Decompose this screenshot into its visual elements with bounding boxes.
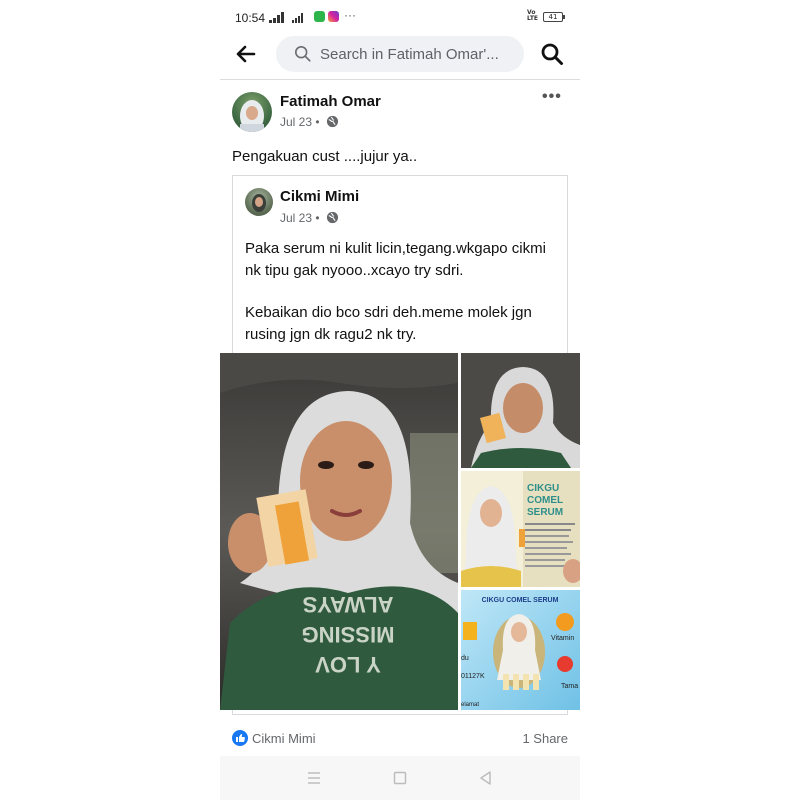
avatar-photo xyxy=(240,100,264,132)
phone-screen: 10:54 ··· Vo LTE 41 Search in Fatimah Oma… xyxy=(220,0,580,800)
promo-banner-photo: CIKGU COMEL SERUM Vitamin Tama du 01127K… xyxy=(461,590,580,710)
signal-2-icon xyxy=(292,13,303,23)
search-button[interactable] xyxy=(540,42,564,66)
status-bar: 10:54 ··· Vo LTE 41 xyxy=(220,0,580,34)
more-notifications-icon: ··· xyxy=(344,8,356,22)
photo-thumb-1[interactable] xyxy=(461,353,580,468)
home-square-icon[interactable] xyxy=(390,768,410,788)
shirt-text: MISSING xyxy=(302,622,395,647)
side-text: du xyxy=(461,655,469,662)
photo-grid: ALWAYS MISSING Y LOV CIKGU COMEL SERUM C… xyxy=(220,353,580,710)
globe-icon xyxy=(326,211,339,224)
avatar-photo xyxy=(252,194,266,212)
volte-icon: Vo LTE xyxy=(527,9,539,22)
globe-icon xyxy=(326,115,339,128)
shared-author-name[interactable]: Cikmi Mimi xyxy=(280,188,359,205)
photo-thumb-3[interactable]: CIKGU COMEL SERUM Vitamin Tama du 01127K… xyxy=(461,590,580,710)
signal-icon xyxy=(269,12,285,23)
photo-main[interactable]: ALWAYS MISSING Y LOV xyxy=(220,353,458,710)
instagram-icon xyxy=(328,11,339,22)
shared-paragraph: Kebaikan dio bco sdri deh.meme molek jgn… xyxy=(245,304,532,343)
vitamin-label: Vitamin xyxy=(551,635,574,642)
selfie-photo xyxy=(461,353,580,468)
battery-icon: 41 xyxy=(543,12,565,22)
selfie-photo: ALWAYS MISSING Y LOV xyxy=(220,353,458,710)
system-nav-bar xyxy=(220,756,580,800)
author-avatar[interactable] xyxy=(232,92,272,132)
post-caption: Pengakuan cust ....jujur ya.. xyxy=(232,148,418,165)
shared-post-text: Paka serum ni kulit licin,tegang.wkgapo … xyxy=(245,238,563,346)
search-icon xyxy=(294,45,311,62)
back-button[interactable] xyxy=(234,42,260,68)
line-app-icon xyxy=(314,11,325,22)
search-placeholder: Search in Fatimah Omar'... xyxy=(320,46,499,63)
tomato-label: Tama xyxy=(561,683,578,690)
shirt-text: ALWAYS xyxy=(303,592,394,617)
menu-icon[interactable] xyxy=(304,768,324,788)
side-text: 01127K xyxy=(461,673,485,680)
like-icon xyxy=(232,730,248,746)
banner-title: CIKGU xyxy=(527,483,559,494)
meta-separator: • xyxy=(315,211,320,225)
promo-banner-photo: CIKGU COMEL SERUM xyxy=(461,471,580,587)
search-icon xyxy=(541,43,563,65)
banner-title: SERUM xyxy=(527,507,563,518)
arrow-left-icon xyxy=(236,45,256,63)
banner-title: CIKGU COMEL SERUM xyxy=(482,597,559,604)
search-input[interactable]: Search in Fatimah Omar'... xyxy=(276,36,524,72)
meta-separator: • xyxy=(315,115,320,129)
bottom-text: elamat xyxy=(461,702,479,708)
shirt-text: Y LOV xyxy=(315,652,381,677)
banner-title: COMEL xyxy=(527,495,563,506)
more-options-button[interactable]: ••• xyxy=(542,88,562,106)
shared-post-date[interactable]: Jul 23 • xyxy=(280,211,320,225)
search-header: Search in Fatimah Omar'... xyxy=(220,34,580,80)
shared-author-avatar[interactable] xyxy=(245,188,273,216)
shared-paragraph: Paka serum ni kulit licin,tegang.wkgapo … xyxy=(245,240,546,279)
shared-date-text: Jul 23 xyxy=(280,211,313,225)
reaction-bar[interactable]: Cikmi Mimi 1 Share xyxy=(232,730,568,748)
photo-thumb-2[interactable]: CIKGU COMEL SERUM xyxy=(461,471,580,587)
author-name[interactable]: Fatimah Omar xyxy=(280,93,381,110)
post-date-text: Jul 23 xyxy=(280,115,313,129)
share-count[interactable]: 1 Share xyxy=(522,731,568,746)
back-triangle-icon[interactable] xyxy=(476,768,496,788)
status-time: 10:54 xyxy=(235,11,266,25)
post-date[interactable]: Jul 23 • xyxy=(280,115,320,129)
reaction-names[interactable]: Cikmi Mimi xyxy=(252,731,316,746)
